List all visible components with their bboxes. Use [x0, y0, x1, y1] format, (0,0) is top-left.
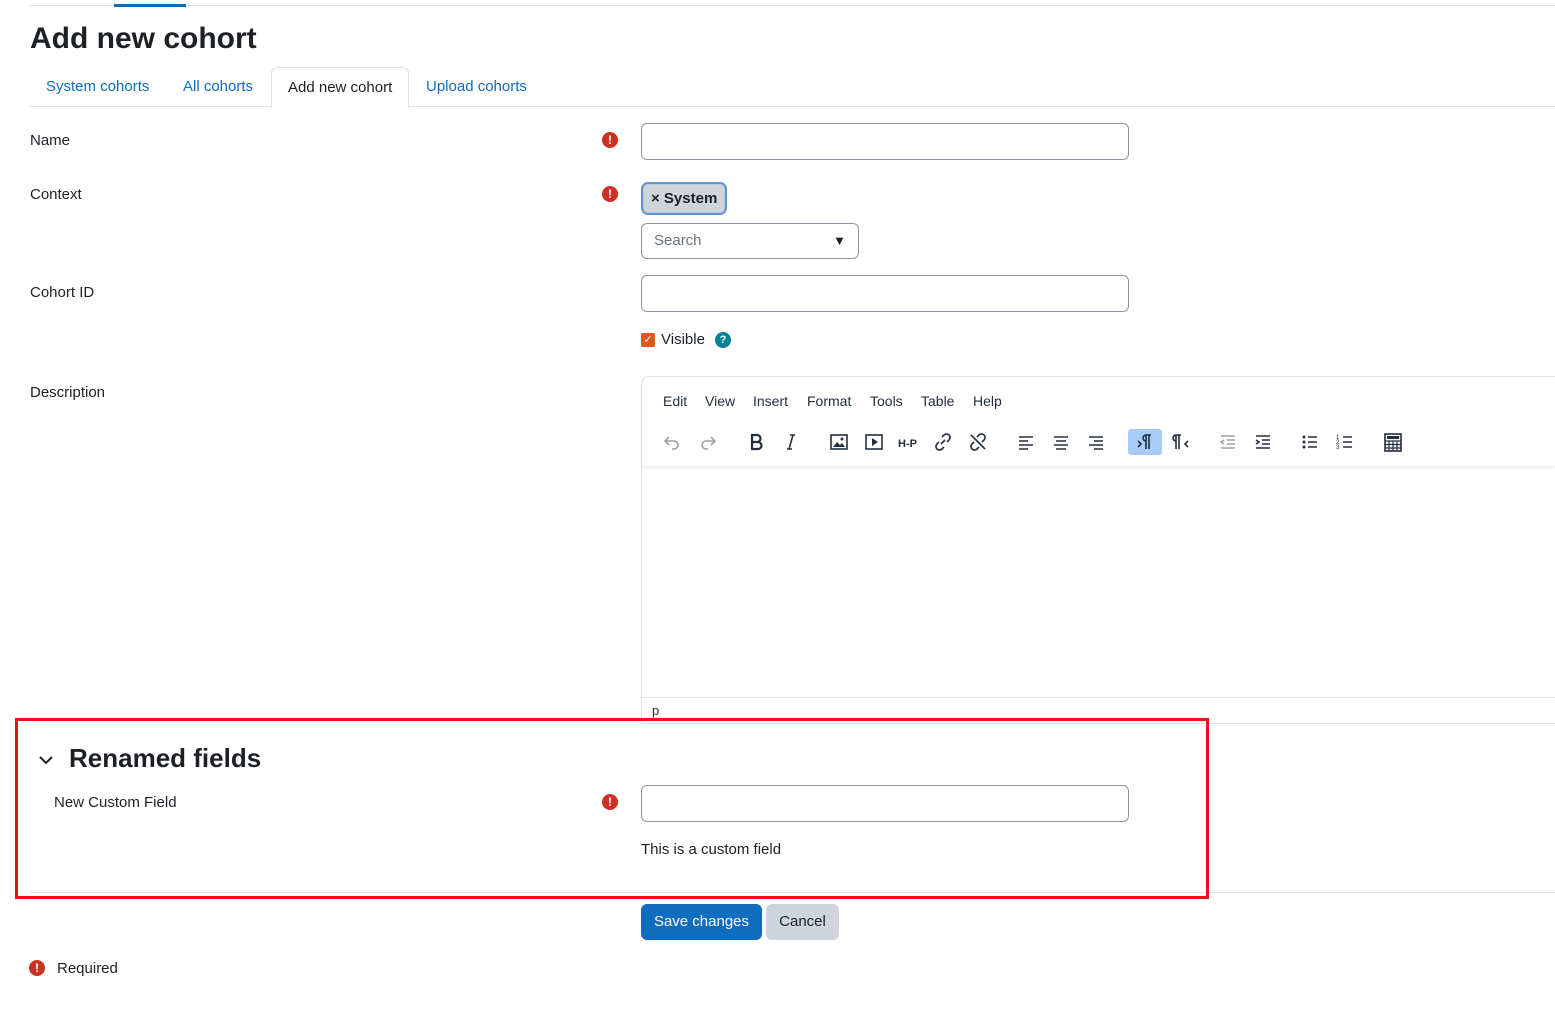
svg-text:H-P: H-P — [898, 438, 917, 450]
cohort-id-input[interactable] — [641, 275, 1129, 312]
visible-checkbox[interactable]: ✓ — [641, 333, 655, 347]
name-input[interactable] — [641, 123, 1129, 160]
numbered-list-icon[interactable]: 123 — [1331, 429, 1359, 455]
visible-label: Visible — [661, 331, 705, 348]
undo-icon[interactable] — [658, 429, 686, 455]
tab-system-cohorts[interactable]: System cohorts — [30, 67, 165, 107]
calculator-icon[interactable] — [1379, 429, 1407, 455]
highlight-annotation-box — [15, 718, 1209, 899]
redo-icon[interactable] — [694, 429, 722, 455]
menu-table[interactable]: Table — [921, 393, 954, 409]
align-left-icon[interactable] — [1012, 429, 1040, 455]
required-icon: ! — [602, 132, 618, 148]
editor-header: Edit View Insert Format Tools Table Help… — [642, 377, 1555, 466]
menu-edit[interactable]: Edit — [663, 393, 687, 409]
align-right-icon[interactable] — [1082, 429, 1110, 455]
required-icon: ! — [602, 186, 618, 202]
menu-insert[interactable]: Insert — [753, 393, 788, 409]
cancel-button[interactable]: Cancel — [766, 904, 839, 940]
tab-add-new-cohort[interactable]: Add new cohort — [271, 67, 410, 108]
context-label: Context — [30, 186, 82, 203]
context-search-placeholder: Search — [654, 232, 702, 249]
menu-format[interactable]: Format — [807, 393, 851, 409]
indent-icon[interactable] — [1249, 429, 1277, 455]
bullet-list-icon[interactable] — [1296, 429, 1324, 455]
italic-icon[interactable] — [777, 429, 805, 455]
svg-text:3: 3 — [1336, 445, 1340, 451]
context-chip-system[interactable]: × System — [641, 182, 728, 215]
rtl-icon[interactable] — [1167, 429, 1195, 455]
page-title: Add new cohort — [30, 22, 257, 55]
outdent-icon[interactable] — [1214, 429, 1242, 455]
cohort-id-label: Cohort ID — [30, 284, 95, 301]
required-legend-label: Required — [57, 960, 118, 977]
bold-icon[interactable] — [742, 429, 770, 455]
caret-down-icon: ▼ — [833, 233, 846, 248]
required-icon: ! — [29, 960, 45, 976]
h5p-icon[interactable]: H-P — [894, 429, 922, 455]
unlink-icon[interactable] — [964, 429, 992, 455]
align-center-icon[interactable] — [1047, 429, 1075, 455]
cohort-tabs: System cohorts All cohorts Add new cohor… — [30, 67, 1555, 108]
tab-all-cohorts[interactable]: All cohorts — [167, 67, 269, 107]
save-changes-button[interactable]: Save changes — [641, 904, 762, 940]
description-label: Description — [30, 384, 106, 401]
menu-tools[interactable]: Tools — [870, 393, 903, 409]
tab-upload-cohorts[interactable]: Upload cohorts — [410, 67, 543, 107]
menu-help[interactable]: Help — [973, 393, 1002, 409]
ltr-icon[interactable] — [1128, 429, 1162, 455]
context-search-select[interactable]: Search ▼ — [641, 223, 859, 259]
help-icon[interactable]: ? — [715, 332, 731, 348]
description-editor: Edit View Insert Format Tools Table Help… — [641, 376, 1555, 724]
media-icon[interactable] — [860, 429, 888, 455]
top-nav-active-indicator — [114, 4, 186, 7]
image-icon[interactable] — [825, 429, 853, 455]
menu-view[interactable]: View — [705, 393, 735, 409]
link-icon[interactable] — [929, 429, 957, 455]
top-rule — [30, 5, 1555, 6]
name-label: Name — [30, 132, 71, 149]
